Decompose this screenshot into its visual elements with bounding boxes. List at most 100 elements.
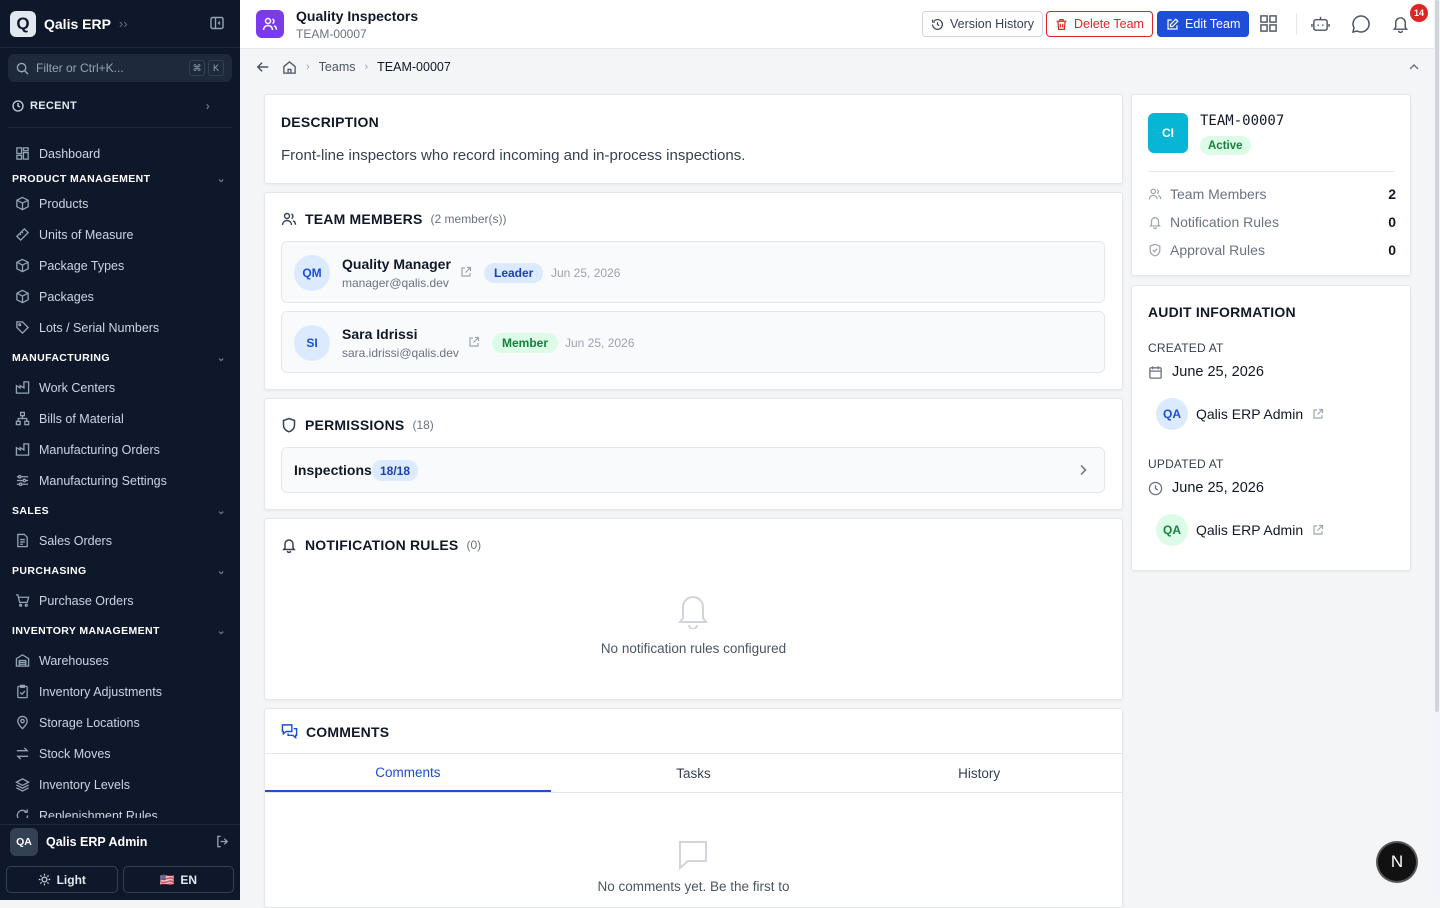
member-row[interactable]: QM Quality Manager manager@qalis.dev Lea…	[281, 241, 1105, 303]
external-link-icon[interactable]	[460, 266, 472, 278]
nav-units-of-measure[interactable]: Units of Measure	[0, 219, 240, 250]
nav-replenishment-rules[interactable]: Replenishment Rules	[0, 800, 240, 818]
app-name[interactable]: Qalis ERP	[44, 16, 111, 32]
apps-grid-icon[interactable]	[1259, 14, 1278, 33]
chevron-right-icon[interactable]: ››	[119, 16, 128, 31]
section-manufacturing[interactable]: MANUFACTURING ⌄	[0, 343, 240, 372]
edit-team-label: Edit Team	[1185, 17, 1241, 31]
flag-icon: 🇺🇸	[159, 872, 175, 887]
theme-toggle-button[interactable]: Light	[6, 866, 118, 893]
comments-icon	[281, 724, 298, 740]
permissions-title: PERMISSIONS	[305, 417, 405, 433]
external-link-icon[interactable]	[1312, 524, 1324, 536]
avatar: QA	[1156, 398, 1188, 430]
created-at-date: June 25, 2026	[1148, 364, 1264, 380]
ruler-icon	[15, 227, 30, 242]
floating-action-button[interactable]: N	[1378, 843, 1416, 881]
message-icon	[677, 839, 709, 871]
breadcrumb-current: TEAM-00007	[377, 60, 451, 74]
tab-history[interactable]: History	[836, 754, 1122, 792]
nav-package-types[interactable]: Package Types	[0, 250, 240, 281]
comments-card: COMMENTS Comments Tasks History No comme…	[264, 708, 1123, 908]
nav-sales-orders[interactable]: Sales Orders	[0, 525, 240, 556]
team-icon	[256, 10, 284, 38]
nav-stock-moves[interactable]: Stock Moves	[0, 738, 240, 769]
refresh-icon	[16, 809, 29, 818]
nav-storage-locations[interactable]: Storage Locations	[0, 707, 240, 738]
home-icon[interactable]	[282, 60, 297, 75]
member-date: Jun 25, 2026	[551, 266, 621, 280]
edit-team-button[interactable]: Edit Team	[1157, 11, 1250, 37]
tab-comments[interactable]: Comments	[265, 754, 551, 792]
section-inventory-management[interactable]: INVENTORY MANAGEMENT ⌄	[0, 616, 240, 645]
clipboard-check-icon	[17, 684, 28, 699]
description-title: DESCRIPTION	[281, 114, 379, 130]
nav-purchase-orders[interactable]: Purchase Orders	[0, 585, 240, 616]
member-row[interactable]: SI Sara Idrissi sara.idrissi@qalis.dev M…	[281, 311, 1105, 373]
team-members-card: TEAM MEMBERS (2 member(s)) QM Quality Ma…	[264, 192, 1123, 390]
avatar: CI	[1148, 113, 1188, 153]
recent-toggle[interactable]: RECENT ›	[12, 98, 210, 114]
nav-inventory-adjustments[interactable]: Inventory Adjustments	[0, 676, 240, 707]
breadcrumb-teams[interactable]: Teams	[319, 60, 356, 74]
audit-title: AUDIT INFORMATION	[1148, 304, 1296, 320]
chevron-up-icon[interactable]	[1408, 61, 1420, 73]
delete-team-button[interactable]: Delete Team	[1046, 11, 1153, 37]
nav-lots-serial-numbers[interactable]: Lots / Serial Numbers	[0, 312, 240, 343]
nav-packages[interactable]: Packages	[0, 281, 240, 312]
page-scrollbar[interactable]	[1434, 0, 1440, 900]
app-logo[interactable]: Q	[10, 10, 36, 37]
nav-label: Package Types	[39, 258, 125, 273]
bell-icon[interactable]	[1391, 14, 1410, 33]
notification-rules-header: NOTIFICATION RULES (0)	[281, 537, 481, 553]
comments-header: COMMENTS	[281, 723, 389, 740]
nav-manufacturing-settings[interactable]: Manufacturing Settings	[0, 465, 240, 496]
section-sales[interactable]: SALES ⌄	[0, 496, 240, 525]
robot-icon[interactable]	[1311, 14, 1330, 33]
sidebar-filter-input[interactable]: Filter or Ctrl+K... ⌘ K	[8, 54, 232, 82]
permissions-card: PERMISSIONS (18) Inspections 18/18	[264, 398, 1123, 510]
external-link-icon[interactable]	[468, 336, 480, 348]
back-arrow-icon[interactable]	[256, 60, 270, 74]
notification-count-badge: 14	[1410, 4, 1428, 22]
date-text: June 25, 2026	[1172, 480, 1264, 496]
section-label: PURCHASING	[12, 564, 87, 577]
tab-tasks[interactable]: Tasks	[551, 754, 837, 792]
sidebar-user[interactable]: QA Qalis ERP Admin	[0, 824, 240, 858]
nav-products[interactable]: Products	[0, 188, 240, 219]
permission-module-row[interactable]: Inspections 18/18	[281, 447, 1105, 493]
user-name: Qalis ERP Admin	[1196, 522, 1304, 538]
language-button[interactable]: 🇺🇸 EN	[122, 866, 234, 893]
breadcrumb: › Teams › TEAM-00007	[240, 50, 1434, 84]
section-purchasing[interactable]: PURCHASING ⌄	[0, 556, 240, 585]
nav-warehouses[interactable]: Warehouses	[0, 645, 240, 676]
permissions-count: (18)	[412, 418, 434, 432]
sidebar-collapse-icon[interactable]	[209, 15, 225, 31]
created-by-user[interactable]: QA Qalis ERP Admin	[1156, 398, 1324, 430]
section-product-management[interactable]: PRODUCT MANAGEMENT ⌄	[0, 169, 240, 188]
nav-dashboard[interactable]: Dashboard	[0, 138, 240, 169]
nav-bills-of-material[interactable]: Bills of Material	[0, 403, 240, 434]
nav-label: Stock Moves	[39, 746, 111, 761]
nav-label: Storage Locations	[39, 715, 140, 730]
nav-work-centers[interactable]: Work Centers	[0, 372, 240, 403]
external-link-icon[interactable]	[1312, 408, 1324, 420]
nav-manufacturing-orders[interactable]: Manufacturing Orders	[0, 434, 240, 465]
empty-state-text: No comments yet. Be the first to	[597, 879, 790, 894]
nav-inventory-levels[interactable]: Inventory Levels	[0, 769, 240, 800]
section-label: MANUFACTURING	[12, 351, 110, 364]
chat-icon[interactable]	[1351, 14, 1371, 34]
theme-label: Light	[56, 872, 86, 887]
logout-icon[interactable]	[215, 834, 230, 849]
permission-module-name: Inspections	[294, 462, 372, 478]
scrollbar-thumb[interactable]	[1435, 0, 1439, 712]
nav-label: Sales Orders	[39, 533, 112, 548]
dashboard-icon	[16, 147, 29, 160]
nav-label: Manufacturing Orders	[39, 442, 160, 457]
stat-label: Approval Rules	[1170, 242, 1265, 258]
version-history-button[interactable]: Version History	[922, 11, 1044, 37]
page-title: Quality Inspectors	[296, 8, 419, 24]
updated-by-user[interactable]: QA Qalis ERP Admin	[1156, 514, 1324, 546]
stat-label: Team Members	[1170, 186, 1267, 202]
comments-title: COMMENTS	[306, 723, 390, 740]
